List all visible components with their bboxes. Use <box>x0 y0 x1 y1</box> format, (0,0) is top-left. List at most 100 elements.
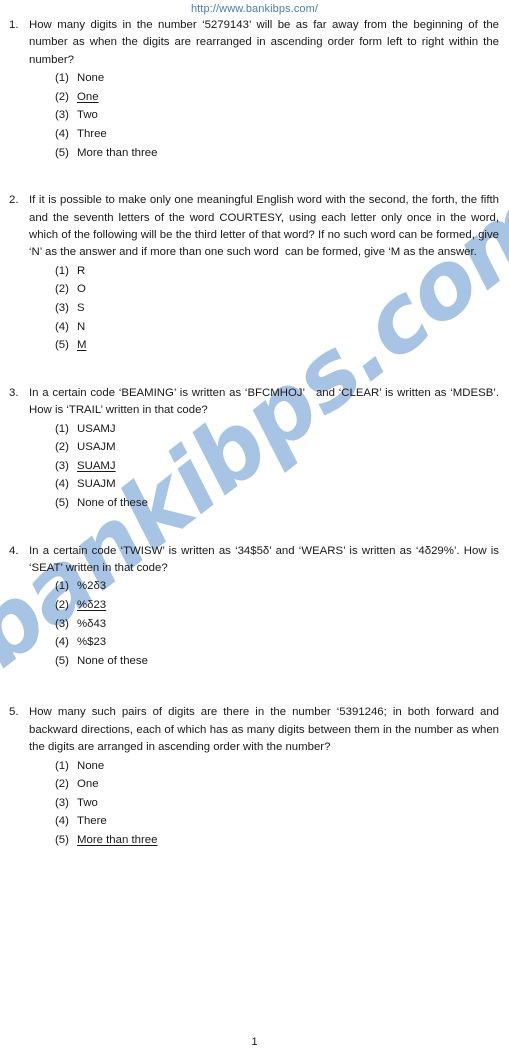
option-item[interactable]: (5) More than three <box>55 831 509 850</box>
option-item[interactable]: (2) %δ23 <box>55 596 509 615</box>
option-item[interactable]: (4) %$23 <box>55 633 509 652</box>
option-label: S <box>77 302 85 314</box>
option-marker: (3) <box>55 459 69 472</box>
option-item[interactable]: (2) One <box>55 88 509 107</box>
option-item[interactable]: (5) More than three <box>55 144 509 163</box>
option-item[interactable]: (4) There <box>55 812 509 831</box>
option-label: USAMJ <box>77 422 116 435</box>
option-item[interactable]: (5) M <box>55 336 509 355</box>
question-text: How many such pairs of digits are there … <box>29 706 503 754</box>
option-marker: (5) <box>55 654 69 667</box>
option-label: %$23 <box>77 636 107 649</box>
option-item[interactable]: (3) Two <box>55 794 509 813</box>
option-label: More than three <box>77 146 158 159</box>
option-item[interactable]: (2) One <box>55 775 509 794</box>
option-label: None of these <box>77 496 148 509</box>
option-label: USAJM <box>77 441 116 454</box>
option-marker: (2) <box>55 283 69 296</box>
option-label: None of these <box>77 654 148 667</box>
question-block: 4. In a certain code ‘TWISW’ is written … <box>0 543 509 578</box>
option-label: None <box>77 759 105 772</box>
option-label: %δ43 <box>77 617 107 630</box>
option-marker: (3) <box>55 109 69 122</box>
option-marker: (5) <box>55 146 69 159</box>
option-marker: (4) <box>55 478 69 491</box>
option-marker: (1) <box>55 264 69 277</box>
option-item[interactable]: (4) N <box>55 318 509 337</box>
option-label: SUAMJ <box>77 459 116 472</box>
option-item[interactable]: (3) %δ43 <box>55 615 509 634</box>
question-text: If it is possible to make only one meani… <box>29 194 503 259</box>
option-marker: (3) <box>55 302 69 314</box>
option-list: (1) None (2) One (3) Two (4) Three (5) More t… <box>0 69 509 162</box>
option-label: M <box>77 339 87 352</box>
option-list: (1) None (2) One (3) Two (4) There (5) More t… <box>0 757 509 850</box>
option-label: Two <box>77 109 98 122</box>
question-number: 3. <box>9 386 19 399</box>
option-list: (1) R (2) O (3) S (4) N (5) M <box>0 262 509 355</box>
option-marker: (4) <box>55 636 69 649</box>
option-label: Two <box>77 796 98 809</box>
option-marker: (3) <box>55 617 69 630</box>
option-item[interactable]: (4) SUAJM <box>55 475 509 494</box>
option-marker: (2) <box>55 441 69 454</box>
option-item[interactable]: (5) None of these <box>55 652 509 671</box>
option-list: (1) %2δ3 (2) %δ23 (3) %δ43 (4) %$23 (5) None … <box>0 577 509 670</box>
option-label: %δ23 <box>77 598 107 611</box>
option-marker: (2) <box>55 598 69 611</box>
option-item[interactable]: (3) Two <box>55 106 509 125</box>
option-label: O <box>77 283 86 296</box>
question-number: 5. <box>9 706 19 719</box>
option-marker: (1) <box>55 580 69 593</box>
option-marker: (5) <box>55 339 69 352</box>
option-list: (1) USAMJ (2) USAJM (3) SUAMJ (4) SUAJM (5) N… <box>0 420 509 513</box>
question-number: 4. <box>9 544 19 557</box>
option-item[interactable]: (1) %2δ3 <box>55 577 509 596</box>
option-marker: (4) <box>55 815 69 828</box>
option-item[interactable]: (1) None <box>55 69 509 88</box>
option-marker: (2) <box>55 778 69 791</box>
question-number: 1. <box>9 19 19 31</box>
option-item[interactable]: (3) SUAMJ <box>55 457 509 476</box>
option-marker: (1) <box>55 422 69 435</box>
option-label: Three <box>77 128 107 140</box>
option-label: One <box>77 90 99 103</box>
option-marker: (5) <box>55 833 69 846</box>
option-label: SUAJM <box>77 478 116 491</box>
option-label: None <box>77 72 105 85</box>
page-number-footer: 1 <box>251 1036 258 1048</box>
option-label: There <box>77 815 107 828</box>
option-marker: (4) <box>55 128 69 140</box>
document-page: http://www.bankibps.com/ 1. How many dig… <box>0 0 509 1056</box>
option-item[interactable]: (3) S <box>55 299 509 318</box>
option-item[interactable]: (2) USAJM <box>55 438 509 457</box>
option-item[interactable]: (5) None of these <box>55 494 509 513</box>
option-item[interactable]: (1) USAMJ <box>55 420 509 439</box>
question-text: In a certain code ‘BEAMING’ is written a… <box>29 386 503 417</box>
question-block: 3. In a certain code ‘BEAMING’ is writte… <box>0 385 509 420</box>
option-item[interactable]: (1) None <box>55 757 509 776</box>
option-item[interactable]: (2) O <box>55 280 509 299</box>
option-marker: (5) <box>55 496 69 509</box>
option-label: One <box>77 778 99 791</box>
option-marker: (1) <box>55 759 69 772</box>
option-marker: (4) <box>55 320 69 333</box>
option-label: %2δ3 <box>77 580 107 593</box>
question-text: How many digits in the number ‘5279143’ … <box>29 19 503 66</box>
option-label: N <box>77 320 86 333</box>
option-marker: (1) <box>55 72 69 85</box>
option-marker: (2) <box>55 90 69 103</box>
option-marker: (3) <box>55 796 69 809</box>
option-label: More than three <box>77 833 158 846</box>
question-block: 5. How many such pairs of digits are the… <box>0 704 509 756</box>
question-block: 1. How many digits in the number ‘527914… <box>0 17 509 69</box>
option-item[interactable]: (4) Three <box>55 125 509 144</box>
question-block: 2. If it is possible to make only one me… <box>0 192 509 262</box>
site-url-header: http://www.bankibps.com/ <box>190 3 319 15</box>
question-text: In a certain code ‘TWISW’ is written as … <box>29 544 503 574</box>
option-item[interactable]: (1) R <box>55 262 509 281</box>
